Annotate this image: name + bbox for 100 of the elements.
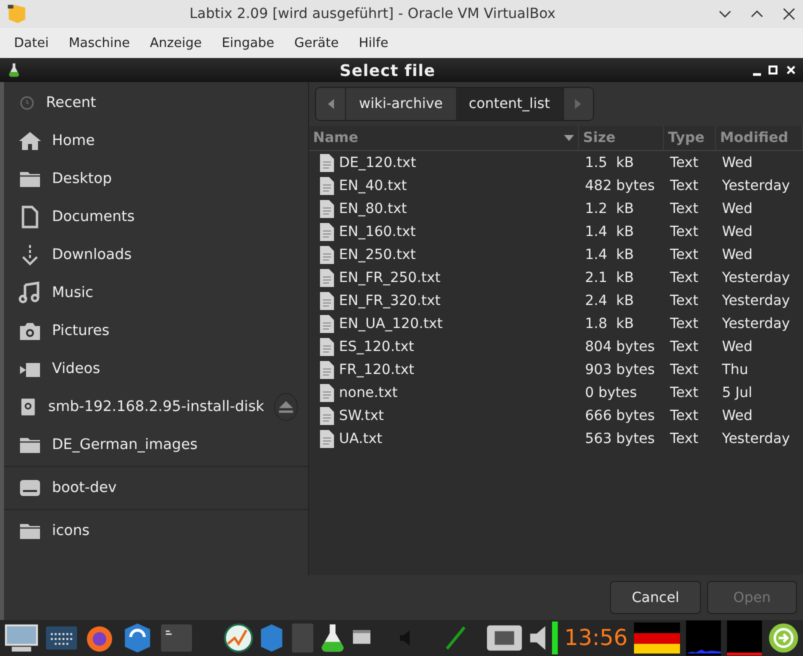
flag-icon: [634, 622, 680, 654]
text-file-icon: [319, 360, 335, 380]
sidebar-item[interactable]: Pictures: [4, 312, 308, 350]
table-cell-text: 1.8 kB: [584, 314, 635, 334]
clock: 13:56: [564, 626, 628, 650]
file-name[interactable]: EN_FR_250.txt: [339, 270, 441, 286]
flask-icon: [320, 622, 346, 654]
text-file-icon: [319, 336, 335, 356]
file-name[interactable]: FR_120.txt: [339, 362, 414, 378]
maximize-icon: [767, 64, 779, 76]
table-cell-text: Yesterday: [721, 430, 791, 448]
table-cell-text: 1.2 kB: [584, 200, 635, 218]
level-bar-icon: [552, 621, 558, 655]
text-file-icon: [319, 406, 335, 426]
menu-item[interactable]: Eingabe: [212, 36, 284, 50]
file-name[interactable]: none.txt: [339, 384, 398, 400]
keyboard-icon: [44, 624, 78, 652]
text-file-icon: [319, 176, 335, 196]
path-button[interactable]: content_list: [456, 88, 563, 120]
table-cell-text: Text: [669, 430, 700, 448]
text-file-icon: [319, 244, 335, 264]
table-cell-text: Yesterday: [721, 292, 791, 310]
file-name[interactable]: EN_UA_120.txt: [339, 316, 443, 332]
table-cell-text: Thu: [721, 360, 750, 380]
dialog-title: Select file: [338, 60, 436, 80]
monitor-icon: [4, 623, 39, 653]
music-note-icon: [18, 281, 42, 305]
sidebar-item[interactable]: Downloads: [4, 236, 308, 274]
file-name[interactable]: SW.txt: [339, 408, 384, 424]
column-header[interactable]: Size: [579, 126, 664, 151]
menu-item[interactable]: Datei: [4, 36, 59, 50]
text-file-icon: [319, 152, 335, 172]
text-file-icon: [319, 428, 335, 448]
table-cell-text: 804 bytes: [584, 338, 656, 356]
close-icon: [785, 64, 797, 76]
eject-icon: [279, 401, 294, 413]
table-cell-text: Yesterday: [721, 176, 791, 196]
sidebar-item[interactable]: DE_German_images: [4, 426, 308, 464]
sidebar-item[interactable]: Videos: [4, 350, 308, 388]
file-name[interactable]: EN_40.txt: [339, 178, 407, 194]
cube-icon: [259, 622, 285, 654]
table-cell-text: Wed: [721, 406, 754, 426]
table-cell-text: 903 bytes: [584, 360, 656, 380]
column-header[interactable]: Modified: [716, 126, 803, 151]
text-file-icon: [319, 268, 335, 288]
sidebar-item[interactable]: Home: [4, 122, 308, 160]
table-cell-text: 1.4 kB: [584, 246, 635, 264]
sidebar-item[interactable]: Music: [4, 274, 308, 312]
table-cell-text: Text: [669, 292, 700, 310]
sidebar-item[interactable]: Recent: [4, 84, 308, 122]
file-name[interactable]: UA.txt: [339, 430, 382, 446]
menu-item[interactable]: Maschine: [58, 36, 140, 50]
sidebar-item[interactable]: Desktop: [4, 160, 308, 198]
app-logo-icon: [6, 3, 28, 25]
table-cell-text: Wed: [721, 222, 754, 242]
file-name[interactable]: EN_FR_320.txt: [339, 292, 441, 308]
menu-item[interactable]: Hilfe: [348, 36, 398, 50]
table-cell-text: Text: [669, 314, 700, 334]
table-cell-text: Yesterday: [721, 268, 791, 288]
table-cell-text: 2.1 kB: [584, 268, 635, 288]
table-cell-text: Text: [669, 268, 700, 288]
table-cell-text: 666 bytes: [584, 406, 656, 426]
graph-monitor-icon: [727, 620, 762, 656]
window-title: Labtix 2.09 [wird ausgeführt] - Oracle VM VirtualBox: [188, 6, 557, 22]
sidebar-item[interactable]: smb-192.168.2.95-install-disk: [4, 388, 308, 426]
file-name[interactable]: EN_80.txt: [339, 200, 407, 216]
table-cell-text: Text: [669, 338, 700, 356]
network-port-icon: [486, 624, 523, 652]
volume-icon: [528, 625, 546, 651]
dialog-button[interactable]: Cancel: [610, 581, 701, 614]
table-cell-text: Text: [669, 360, 700, 380]
text-file-icon: [319, 222, 335, 242]
table-cell-text: 482 bytes: [584, 176, 656, 196]
close-icon: [781, 6, 797, 22]
column-header[interactable]: Type: [664, 126, 716, 151]
sidebar-item[interactable]: icons: [4, 512, 308, 550]
table-cell-text: Wed: [721, 246, 754, 264]
back-button[interactable]: [316, 88, 346, 120]
menu-item[interactable]: Geräte: [284, 36, 349, 50]
column-header[interactable]: Name: [309, 126, 579, 151]
table-cell-text: 563 bytes: [584, 430, 656, 448]
file-name[interactable]: EN_250.txt: [339, 246, 416, 262]
eject-button[interactable]: [274, 393, 298, 421]
caret-right-icon: [575, 99, 582, 109]
menu-item[interactable]: Anzeige: [140, 36, 212, 50]
table-cell-text: Wed: [721, 154, 754, 172]
table-cell-text: Text: [669, 246, 700, 264]
table-cell-text: Text: [669, 176, 700, 196]
file-name[interactable]: EN_160.txt: [339, 224, 416, 240]
sidebar-item[interactable]: boot-dev: [4, 469, 308, 507]
table-cell-text: 5 Jul: [721, 384, 754, 402]
sort-caret-icon: [564, 135, 574, 141]
table-cell-text: Text: [669, 406, 700, 426]
table-cell-text: Yesterday: [721, 314, 791, 334]
globe-chart-icon: [224, 622, 254, 654]
file-name[interactable]: ES_120.txt: [339, 338, 414, 354]
file-name[interactable]: DE_120.txt: [339, 154, 416, 170]
forward-button[interactable]: [562, 88, 593, 120]
sidebar-item[interactable]: Documents: [4, 198, 308, 236]
table-cell-text: 0 bytes: [584, 384, 638, 402]
